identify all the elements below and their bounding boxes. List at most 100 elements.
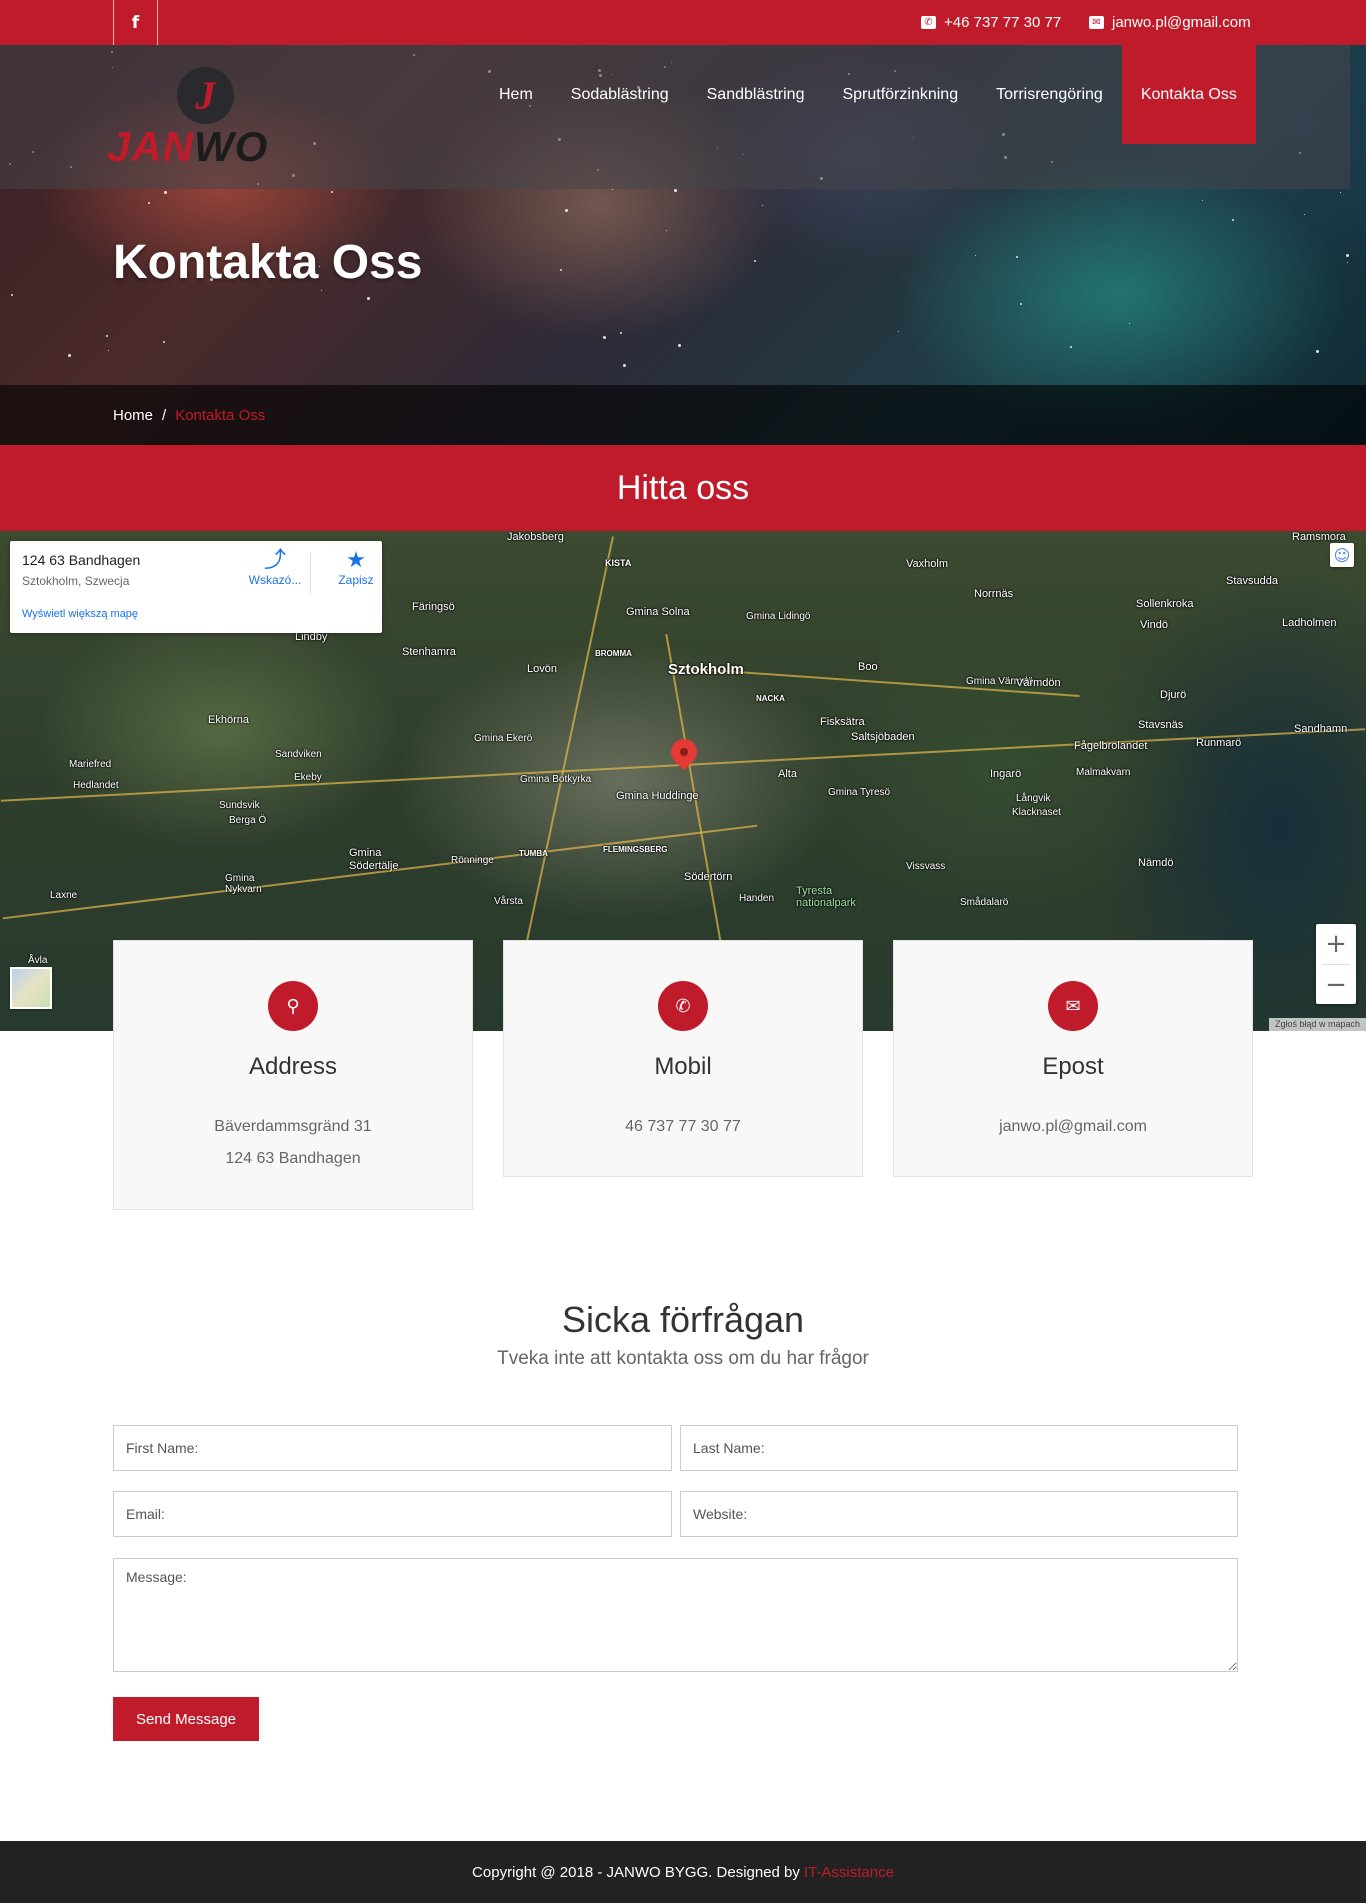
map-label: KISTA (605, 558, 632, 568)
map-label: Alta (778, 768, 797, 780)
nav-item-hem[interactable]: Hem (480, 45, 552, 144)
map-label: Sundsvik (219, 800, 260, 811)
map-save-button[interactable]: ★ Zapisz (326, 549, 386, 599)
map-type-toggle[interactable] (10, 967, 52, 1009)
nav-item-kontakta-oss[interactable]: Kontakta Oss (1121, 45, 1256, 144)
star-dot (1232, 219, 1234, 221)
star-dot (1020, 303, 1022, 305)
star-dot (603, 336, 606, 339)
zoom-out-button[interactable]: − (1316, 965, 1356, 1005)
map-label: Sandhamn (1294, 723, 1348, 735)
map-label: Gmina Nykvarn (225, 873, 262, 895)
footer-credit-link[interactable]: IT-Assistance (804, 1864, 894, 1881)
logo-wordmark: JANWO (107, 123, 268, 171)
phone-icon: ✆ (921, 16, 936, 29)
star-dot (623, 364, 626, 367)
star-dot (560, 269, 562, 271)
map-label: Norrnäs (974, 588, 1014, 600)
map-label: Ingarö (990, 768, 1022, 780)
star-dot (762, 205, 763, 206)
logo-letter: J (195, 73, 216, 118)
first-name-field[interactable] (113, 1425, 672, 1471)
map-label: Hedlandet (73, 780, 119, 791)
envelope-icon: ✉ (1089, 16, 1104, 29)
star-dot (1016, 256, 1018, 258)
map-label: FLEMINGSBERG (603, 845, 668, 854)
map-label: Rönninge (451, 855, 494, 866)
zoom-in-button[interactable]: + (1316, 924, 1356, 964)
contact-card-title: Address (248, 1053, 338, 1080)
star-dot (666, 230, 667, 231)
nav-item-torrisrengoring[interactable]: Torrisrengöring (977, 45, 1122, 144)
map-directions-button[interactable]: ⤴ Wskazó... (245, 549, 305, 599)
star-dot (1202, 200, 1203, 201)
star-icon: ★ (346, 548, 366, 573)
map-info-card: 124 63 Bandhagen Sztokholm, Szwecja ⤴ Ws… (10, 541, 382, 633)
map-label: Fisksätra (820, 716, 865, 728)
contact-card-line[interactable]: 46 737 77 30 77 (504, 1111, 862, 1143)
map-label: Vårsta (494, 896, 523, 907)
map-label: Vindö (1140, 619, 1168, 631)
map-report-error-link[interactable]: Zgłoś błąd w mapach (1268, 1018, 1366, 1031)
map-label: Långvik (1016, 793, 1051, 804)
nav-item-sodablastring[interactable]: Sodablästring (552, 45, 688, 144)
star-dot (1316, 350, 1319, 353)
phone-icon: ✆ (658, 981, 708, 1031)
map-label: BROMMA (595, 649, 632, 658)
map-label: Mariefred (69, 759, 112, 770)
star-dot (1070, 346, 1072, 348)
star-dot (678, 344, 681, 347)
facebook-icon[interactable]: f (113, 0, 158, 45)
message-field[interactable] (113, 1558, 1238, 1672)
send-message-button[interactable]: Send Message (113, 1697, 259, 1741)
map-label: Berga Ö (229, 815, 267, 826)
map-label: Gmina Ekerö (474, 733, 533, 744)
map-larger-link[interactable]: Wyświetl większą mapę (22, 608, 138, 620)
map-label: Sollenkroka (1136, 598, 1194, 610)
last-name-field[interactable] (680, 1425, 1238, 1471)
map-info-divider (310, 553, 311, 595)
email-field[interactable] (113, 1491, 672, 1537)
map-label: Gmina Botkyrka (520, 774, 592, 785)
star-dot (1346, 254, 1349, 257)
star-dot (975, 255, 976, 256)
star-dot (321, 290, 322, 291)
logo[interactable]: J JANWO (107, 67, 307, 177)
contact-card-line: Bäverdammsgränd 31 (214, 1118, 372, 1135)
map-label: Ekhörna (208, 714, 249, 726)
contact-card-line[interactable]: janwo.pl@gmail.com (894, 1111, 1252, 1143)
star-dot (1304, 214, 1305, 215)
star-dot (1347, 262, 1348, 263)
star-dot (674, 189, 677, 192)
map-label: Gmina Huddinge (616, 790, 699, 802)
contact-card-title: Mobil (654, 1053, 712, 1080)
nav-item-sprutforzinkning[interactable]: Sprutförzinkning (823, 45, 977, 144)
star-dot (164, 191, 167, 194)
map-label: Nämdö (1138, 857, 1174, 869)
top-bar: f ✆ +46 737 77 30 77 ✉ janwo.pl@gmail.co… (0, 0, 1366, 45)
star-dot (106, 335, 108, 337)
star-dot (108, 350, 109, 351)
map-label: Saltsjöbaden (851, 731, 915, 743)
breadcrumb-home[interactable]: Home (113, 407, 153, 424)
contact-card-address: ⚲ Address Bäverdammsgränd 31 124 63 Band… (113, 940, 473, 1210)
top-email[interactable]: ✉ janwo.pl@gmail.com (1089, 0, 1251, 45)
nav-item-sandblastring[interactable]: Sandblästring (688, 45, 824, 144)
top-phone[interactable]: ✆ +46 737 77 30 77 (921, 0, 1061, 45)
map-label: Jakobsberg (507, 531, 564, 543)
map-label: Runmarö (1196, 737, 1242, 749)
star-dot (68, 354, 71, 357)
page-title: Kontakta Oss (113, 236, 423, 289)
breadcrumb-separator: / (162, 406, 167, 424)
footer: Copyright @ 2018 - JANWO BYGG. Designed … (0, 1841, 1366, 1903)
contact-card-email: ✉ Epost janwo.pl@gmail.com (893, 940, 1253, 1177)
contact-card-line: 124 63 Bandhagen (225, 1150, 361, 1167)
street-view-pegman-icon[interactable]: ☺ (1330, 543, 1354, 567)
map-save-label: Zapisz (338, 573, 374, 587)
website-field[interactable] (680, 1491, 1238, 1537)
map-zoom-control: + − (1316, 924, 1356, 1004)
map-label-park: Tyresta nationalpark (796, 885, 856, 909)
footer-copyright: Copyright @ 2018 - JANWO BYGG. Designed … (472, 1863, 800, 1881)
map-directions-label: Wskazó... (248, 573, 302, 587)
top-email-text: janwo.pl@gmail.com (1112, 14, 1251, 31)
